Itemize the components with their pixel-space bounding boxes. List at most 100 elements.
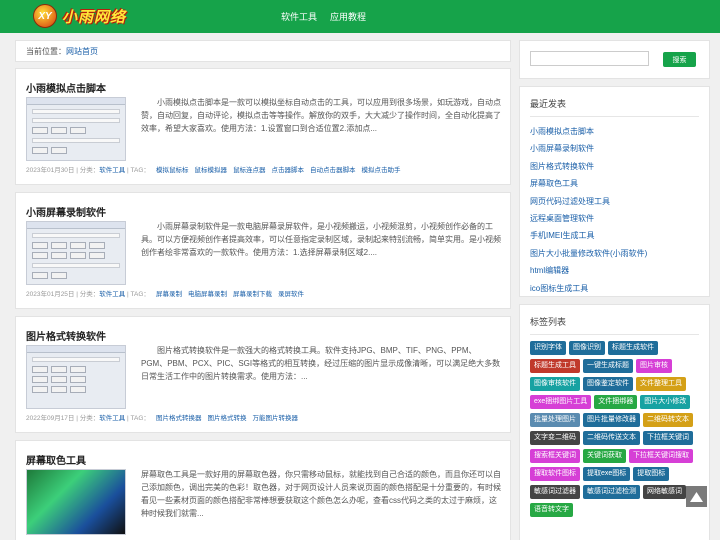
- post-tag-link[interactable]: 屏幕录制: [156, 291, 182, 298]
- recent-posts-list: 小雨模拟点击脚本 小雨屏幕录制软件 图片格式转换软件 屏幕取色工具 网页代码过滤…: [520, 123, 709, 297]
- widget-title: 最近发表: [530, 99, 567, 109]
- tag-chip[interactable]: 识别字体: [530, 341, 566, 355]
- post-category-link[interactable]: 软件工具: [99, 167, 125, 174]
- post-title[interactable]: 小雨模拟点击脚本: [26, 80, 106, 95]
- post-tag-link[interactable]: 万能图片转换器: [252, 415, 298, 422]
- recent-post-link[interactable]: 小雨模拟点击脚本: [520, 123, 709, 140]
- tag-chip[interactable]: 图片审核: [636, 359, 672, 373]
- recent-post-link[interactable]: 屏幕取色工具: [520, 175, 709, 192]
- main-column: 当前位置：网站首页 小雨模拟点击脚本 小雨模拟点击脚本是一款可以模拟坐标自动点击…: [15, 40, 511, 540]
- post-date: 2022年09月17日: [26, 415, 75, 422]
- breadcrumb: 当前位置：网站首页: [15, 40, 511, 62]
- tag-chip[interactable]: 敏感词过滤器: [530, 485, 580, 499]
- tag-chip[interactable]: 图片批量修改器: [583, 413, 640, 427]
- post-title[interactable]: 小雨屏幕录制软件: [26, 204, 106, 219]
- recent-post-link[interactable]: 图片大小批量修改软件(小雨软件): [520, 245, 709, 262]
- tag-chip[interactable]: 搜索框关键词: [530, 449, 580, 463]
- nav-item-tutorials[interactable]: 应用教程: [330, 10, 366, 23]
- recent-post-link[interactable]: 网页代码过滤处理工具: [520, 193, 709, 210]
- tag-chip[interactable]: 标题生成工具: [530, 359, 580, 373]
- top-navbar: XY 小雨网络 软件工具 应用教程: [0, 0, 720, 33]
- tag-chip[interactable]: 二维码转文本: [643, 413, 693, 427]
- post-excerpt: 屏幕取色工具是一款好用的屏幕取色器，你只需移动鼠标，就能找到自己合适的颜色，而且…: [141, 470, 501, 518]
- post-thumbnail[interactable]: [26, 345, 126, 409]
- tag-chip[interactable]: 敏感词过滤检测: [583, 485, 640, 499]
- tag-chip[interactable]: 批量处理图片: [530, 413, 580, 427]
- post-tag-link[interactable]: 鼠标模拟器: [194, 167, 227, 174]
- post-excerpt: 小雨模拟点击脚本是一款可以模拟坐标自动点击的工具，可以应用到很多场景，如玩游戏，…: [141, 98, 501, 133]
- post-thumbnail[interactable]: [26, 221, 126, 285]
- breadcrumb-home-link[interactable]: 网站首页: [66, 47, 98, 56]
- tag-chip[interactable]: 网络敏感词: [643, 485, 686, 499]
- post-tag-link[interactable]: 点击器脚本: [271, 167, 304, 174]
- recent-post-link[interactable]: ico图标生成工具: [520, 280, 709, 297]
- post-tag-link[interactable]: 模拟鼠标标: [156, 167, 189, 174]
- post-date: 2023年01月25日: [26, 291, 75, 298]
- tag-chip[interactable]: 提取图标: [633, 467, 670, 481]
- category-label: 分类：: [79, 291, 100, 298]
- post-meta: 2022年09月17日 | 分类：软件工具 | TAG： 图片格式转换器 图片格式转…: [26, 415, 298, 422]
- tag-chip[interactable]: 二维码传送文本: [583, 431, 640, 445]
- post-card: 图片格式转换软件 图片格式转换软件是一款强大的格式转换工具。软件支持JPG、BM…: [15, 316, 511, 433]
- tag-chip[interactable]: 搜取软件图标: [530, 467, 580, 481]
- breadcrumb-label: 当前位置：: [26, 47, 66, 56]
- post-tag-link[interactable]: 电脑屏幕录制: [188, 291, 227, 298]
- recent-post-link[interactable]: 远程桌面管理软件: [520, 210, 709, 227]
- post-title[interactable]: 图片格式转换软件: [26, 328, 106, 343]
- post-card: 屏幕取色工具 屏幕取色工具是一款好用的屏幕取色器，你只需移动鼠标，就能找到自己合…: [15, 440, 511, 540]
- post-meta: 2023年01月30日 | 分类：软件工具 | TAG： 模拟鼠标标 鼠标模拟器 鼠标…: [26, 167, 401, 174]
- search-widget: 搜索: [519, 40, 710, 79]
- post-tag-link[interactable]: 图片格式转换: [207, 415, 246, 422]
- tag-chip[interactable]: 提取exe图标: [583, 467, 631, 481]
- tag-chip[interactable]: 语音转文字: [530, 503, 573, 517]
- tag-chip[interactable]: 图像识别: [569, 341, 605, 355]
- tag-chip[interactable]: 关键词获取: [583, 449, 626, 463]
- tag-chip[interactable]: 标题生成软件: [608, 341, 658, 355]
- arrow-up-icon: [690, 491, 703, 502]
- post-card: 小雨模拟点击脚本 小雨模拟点击脚本是一款可以模拟坐标自动点击的工具，可以应用到很…: [15, 68, 511, 185]
- tag-label: TAG：: [130, 291, 150, 298]
- post-title[interactable]: 屏幕取色工具: [26, 452, 86, 467]
- post-tag-link[interactable]: 模拟点击助手: [361, 167, 400, 174]
- nav-item-software-tools[interactable]: 软件工具: [281, 10, 317, 23]
- tag-label: TAG：: [130, 415, 150, 422]
- recent-posts-widget: 最近发表 小雨模拟点击脚本 小雨屏幕录制软件 图片格式转换软件 屏幕取色工具 网…: [519, 86, 710, 297]
- post-card: 小雨屏幕录制软件 小雨屏幕录制软件是一款电脑屏幕录屏软件，是小视频搬运，小视频混…: [15, 192, 511, 309]
- tag-chip[interactable]: 下拉框关键词搜取: [629, 449, 693, 463]
- post-thumbnail[interactable]: [26, 97, 126, 161]
- widget-title: 标签列表: [530, 317, 567, 327]
- main-nav: 软件工具 应用教程: [281, 10, 366, 23]
- tag-chip[interactable]: 图像审核软件: [530, 377, 580, 391]
- post-meta: 2023年01月25日 | 分类：软件工具 | TAG： 屏幕录制 电脑屏幕录制 屏幕…: [26, 291, 304, 298]
- tag-chip[interactable]: 文件捆绑器: [594, 395, 638, 409]
- tag-label: TAG：: [130, 167, 150, 174]
- search-button[interactable]: 搜索: [663, 52, 696, 67]
- post-tag-link[interactable]: 录屏软件: [278, 291, 304, 298]
- post-excerpt: 小雨屏幕录制软件是一款电脑屏幕录屏软件，是小视频搬运，小视频混剪，小视频创作必备…: [141, 222, 501, 257]
- logo-text: 小雨网络: [62, 8, 127, 26]
- tag-chip[interactable]: 文件整理工具: [636, 377, 686, 391]
- recent-post-link[interactable]: 图片格式转换软件: [520, 158, 709, 175]
- recent-post-link[interactable]: 小雨屏幕录制软件: [520, 140, 709, 157]
- post-excerpt: 图片格式转换软件是一款强大的格式转换工具。软件支持JPG、BMP、TIF、PNG…: [141, 346, 501, 381]
- post-tag-link[interactable]: 鼠标连点器: [233, 167, 266, 174]
- tag-chip[interactable]: 图像鉴定软件: [583, 377, 633, 391]
- post-tag-link[interactable]: 图片格式转换器: [156, 415, 202, 422]
- site-logo[interactable]: XY 小雨网络: [33, 4, 126, 28]
- post-category-link[interactable]: 软件工具: [99, 415, 125, 422]
- tag-chip[interactable]: 下拉框关键词: [643, 431, 693, 445]
- tag-chip[interactable]: 一键生成标题: [583, 359, 633, 373]
- post-date: 2023年01月30日: [26, 167, 75, 174]
- back-to-top-button[interactable]: [686, 486, 707, 507]
- tag-chip[interactable]: 文字变二维码: [530, 431, 580, 445]
- recent-post-link[interactable]: 手机IMEI生成工具: [520, 227, 709, 244]
- post-tag-link[interactable]: 自动点击器脚本: [310, 167, 356, 174]
- post-thumbnail[interactable]: [26, 469, 126, 535]
- tag-chip[interactable]: 图片大小修改: [640, 395, 691, 409]
- search-input[interactable]: [530, 51, 649, 66]
- recent-post-link[interactable]: html编辑器: [520, 262, 709, 279]
- post-category-link[interactable]: 软件工具: [99, 291, 125, 298]
- tag-chip[interactable]: exe捆绑图片工具: [530, 395, 592, 409]
- logo-badge: XY: [33, 4, 57, 28]
- post-tag-link[interactable]: 屏幕录制下载: [233, 291, 272, 298]
